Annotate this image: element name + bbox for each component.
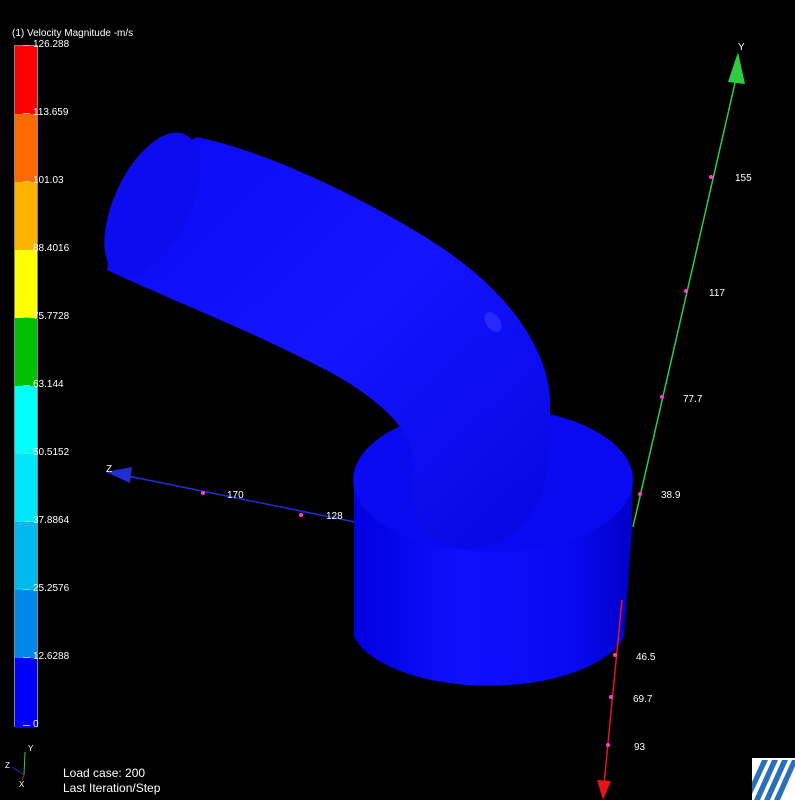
y-axis-tick-label: 77.7: [683, 394, 703, 405]
x-axis-tick-label: 46.5: [636, 652, 656, 663]
bent-pipe: [104, 132, 550, 548]
iteration-step-label: Last Iteration/Step: [63, 781, 161, 795]
triad-z-label: Z: [5, 761, 10, 770]
3d-viewport[interactable]: Z 170 128 Y 155 117 77.7 38.9 46.5 69.7: [0, 0, 795, 800]
y-axis-tick-marker: [660, 395, 664, 399]
z-axis-tick-label: 128: [326, 511, 343, 522]
x-axis-tick-marker: [609, 695, 613, 699]
triad-y-line: [23, 751, 26, 776]
z-axis: Z 170 128: [106, 464, 361, 524]
triad-z-line: [11, 766, 25, 776]
x-axis-tick-marker: [613, 653, 617, 657]
z-axis-tick-marker: [201, 491, 205, 495]
z-axis-tick-marker: [299, 513, 303, 517]
app-logo: [752, 758, 795, 800]
y-axis-arrow: [728, 52, 745, 84]
y-axis: Y 155 117 77.7 38.9: [632, 42, 752, 528]
x-axis-tick-marker: [606, 743, 610, 747]
triad-x-label: X: [19, 780, 25, 789]
y-axis-tick-label: 155: [735, 173, 752, 184]
y-axis-tick-marker: [638, 492, 642, 496]
z-axis-tick-label: 170: [227, 490, 244, 501]
y-axis-tick-label: 117: [709, 288, 725, 299]
y-axis-label: Y: [738, 42, 745, 53]
x-axis-arrow: [597, 780, 611, 800]
load-case-label: Load case: 200: [63, 766, 146, 780]
z-axis-label: Z: [106, 464, 112, 475]
triad-y-label: Y: [28, 744, 34, 753]
y-axis-tick-marker: [709, 175, 713, 179]
y-axis-tick-label: 38.9: [661, 490, 681, 501]
x-axis-tick-label: 69.7: [633, 694, 653, 705]
orientation-triad: Y Z X: [5, 744, 34, 789]
y-axis-tick-marker: [684, 289, 688, 293]
x-axis-tick-label: 93: [634, 742, 646, 753]
status-panel: Load case: 200 Last Iteration/Step: [63, 766, 160, 796]
